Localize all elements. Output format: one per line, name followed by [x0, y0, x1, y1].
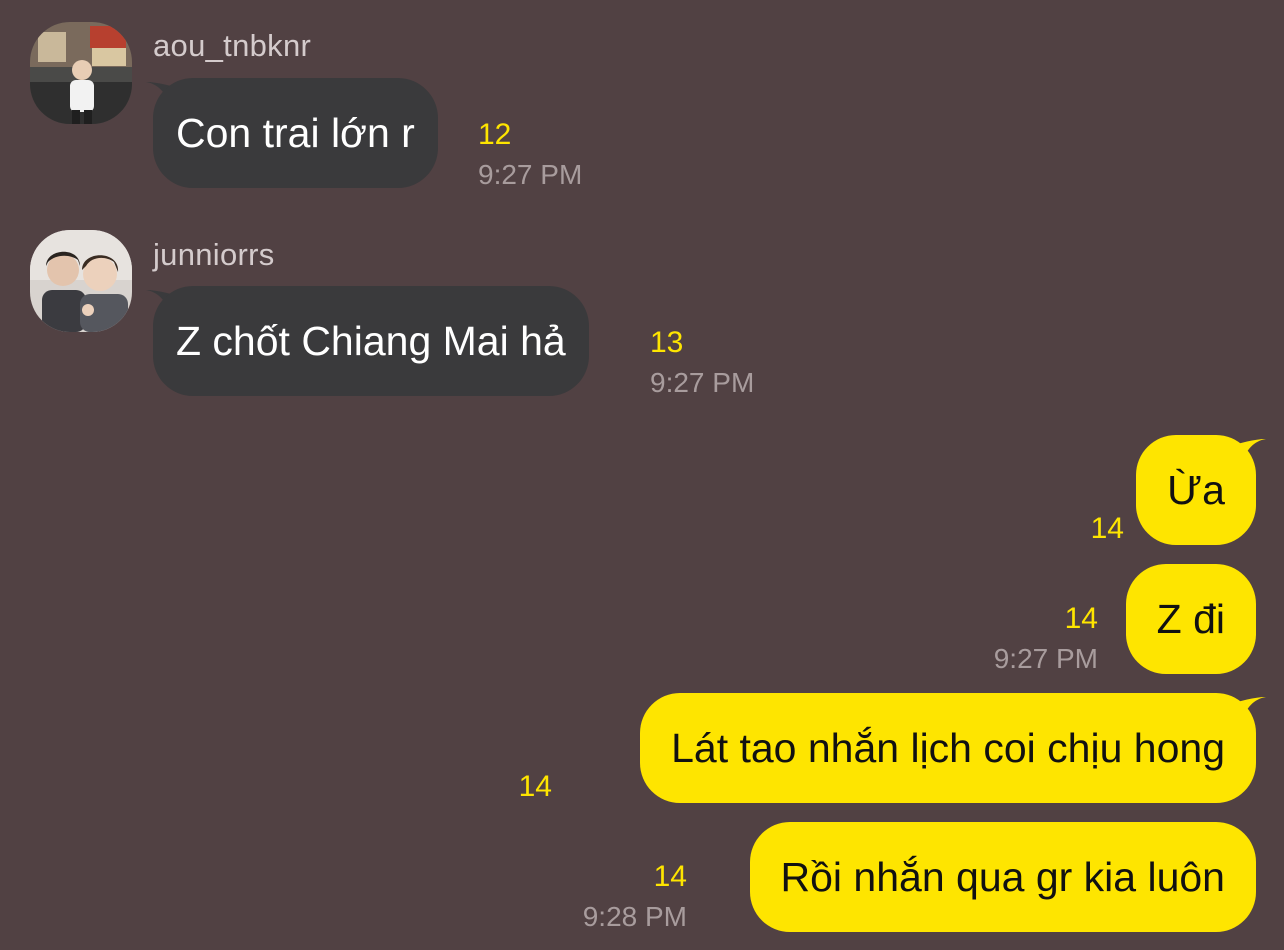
message-bubble[interactable]: Rồi nhắn qua gr kia luôn [749, 822, 1256, 932]
message-bubble[interactable]: Lát tao nhắn lịch coi chịu hong [640, 693, 1256, 803]
message-bubble[interactable]: Z đi [1125, 564, 1256, 674]
message-bubble[interactable]: Z chốt Chiang Mai hả [153, 286, 589, 396]
unread-count: 14 [1064, 602, 1098, 635]
message-text: Lát tao nhắn lịch coi chịu hong [671, 724, 1225, 771]
message-text: Ừa [1167, 466, 1225, 513]
message-text: Z chốt Chiang Mai hả [176, 317, 566, 364]
message-time: 9:27 PM [478, 159, 583, 190]
message-bubble[interactable]: Ừa [1136, 435, 1256, 545]
unread-count: 12 [478, 118, 512, 151]
avatar-aou[interactable] [30, 22, 132, 124]
unread-count: 14 [1090, 512, 1124, 545]
unread-count: 14 [653, 860, 687, 893]
unread-count: 13 [650, 326, 684, 359]
avatar-photo-icon [30, 22, 132, 124]
sender-name[interactable]: aou_tnbknr [153, 28, 311, 64]
avatar-photo-icon [30, 230, 132, 332]
message-time: 9:28 PM [582, 901, 687, 932]
sender-name[interactable]: junniorrs [153, 237, 275, 273]
message-bubble[interactable]: Con trai lớn r [153, 78, 438, 188]
message-text: Con trai lớn r [176, 109, 415, 156]
message-time: 9:27 PM [993, 643, 1098, 674]
message-text: Z đi [1156, 595, 1225, 642]
message-time: 9:27 PM [650, 367, 755, 398]
message-text: Rồi nhắn qua gr kia luôn [780, 853, 1225, 900]
avatar-junniorrs[interactable] [30, 230, 132, 332]
unread-count: 14 [518, 770, 552, 803]
